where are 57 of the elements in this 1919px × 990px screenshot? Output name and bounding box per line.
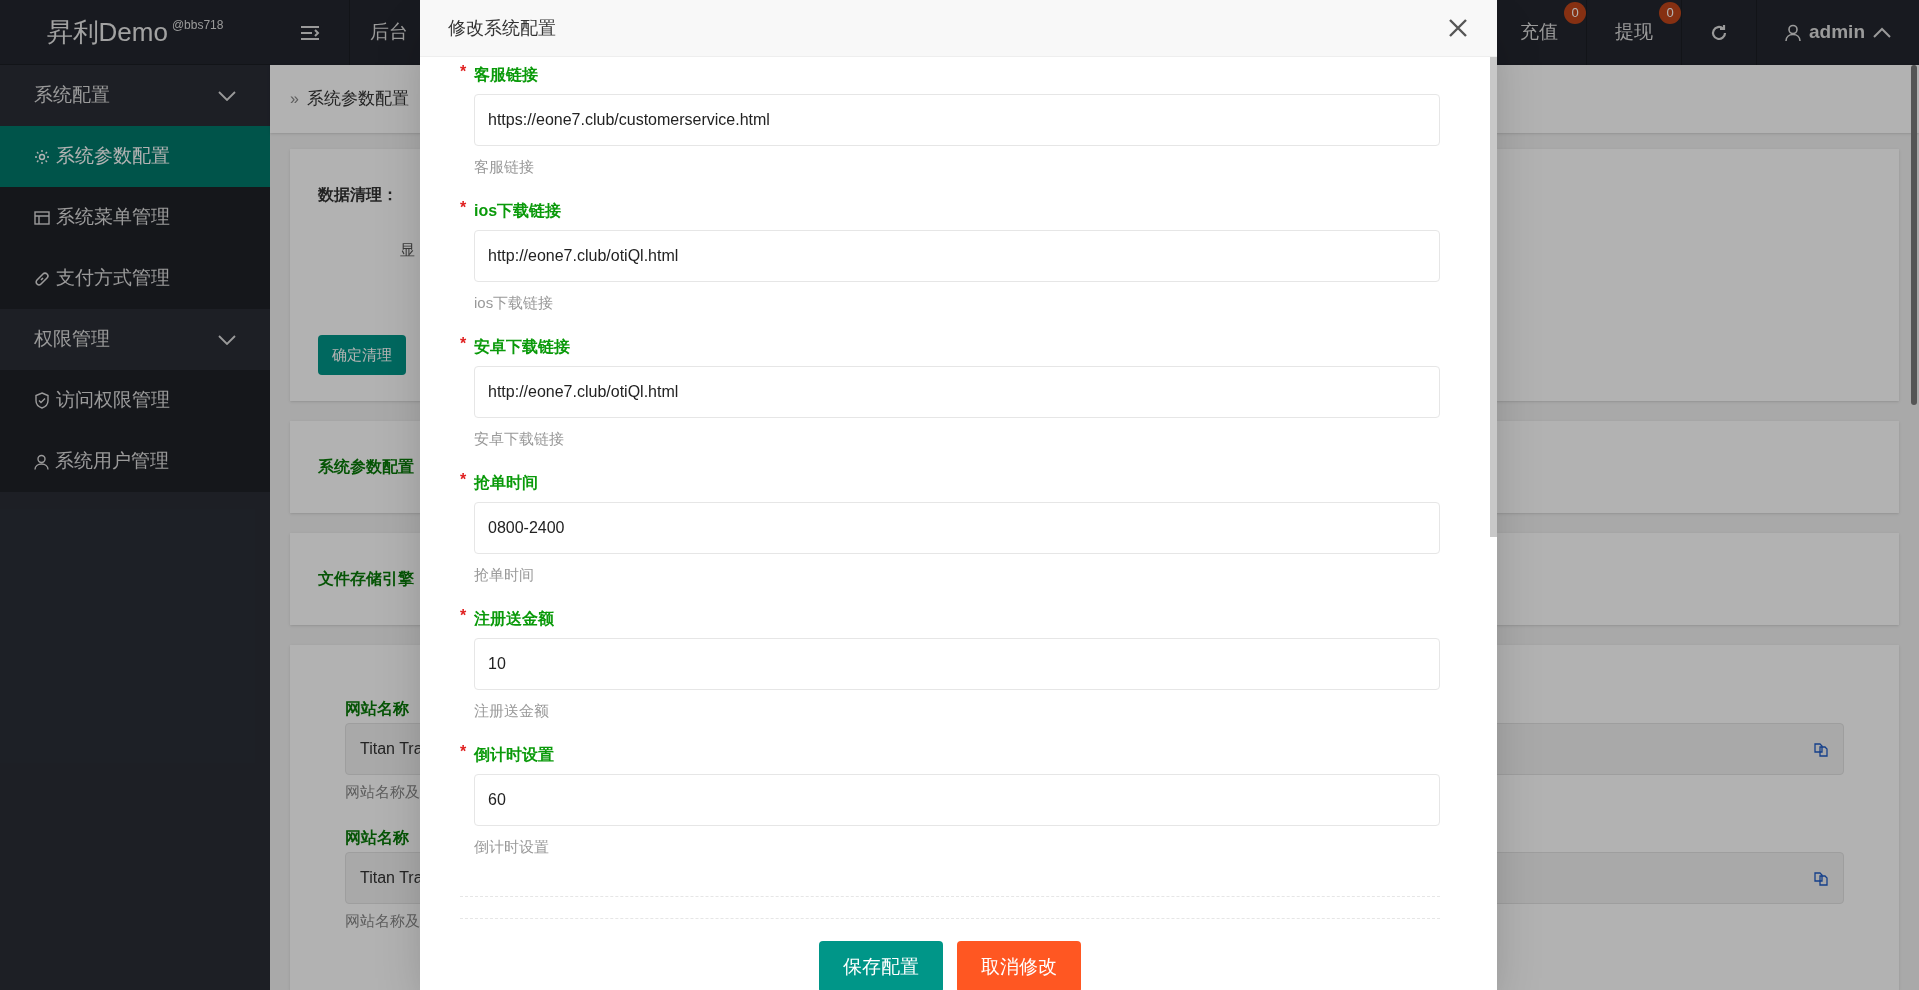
sidebar-item[interactable]: 系统用户管理 <box>0 431 270 492</box>
gear-icon <box>34 148 50 165</box>
count-badge: 0 <box>1659 2 1682 24</box>
help-text: 网站名称及 <box>345 782 420 802</box>
field-label: 倒计时设置 <box>474 745 554 765</box>
field-label: 注册送金额 <box>474 609 554 629</box>
help-text: 网站名称及 <box>345 910 420 931</box>
sidebar-item[interactable]: 系统菜单管理 <box>0 187 270 248</box>
help-text: 注册送金额 <box>474 701 550 721</box>
section-title: 文件存储引擎 <box>318 569 414 589</box>
close-icon[interactable] <box>1447 17 1469 39</box>
input-field[interactable]: http://eone7.club/otiQl.html <box>474 366 1440 418</box>
count-badge: 0 <box>1564 2 1587 24</box>
required-mark: * <box>460 472 468 488</box>
shield-check-icon <box>34 392 50 409</box>
copy-icon[interactable] <box>1813 741 1829 757</box>
field-label: ios下载链接 <box>474 201 562 221</box>
required-mark: * <box>460 200 468 216</box>
copy-icon[interactable] <box>1813 869 1829 886</box>
help-text: 倒计时设置 <box>474 837 550 857</box>
section-title: 数据清理： <box>318 185 398 205</box>
window-icon <box>34 210 50 225</box>
sidebar-item[interactable]: 系统参数配置 <box>0 126 270 187</box>
input-field[interactable]: https://eone7.club/customerservice.html <box>474 94 1440 146</box>
caret-up-icon <box>1873 27 1891 38</box>
field-label: 安卓下载链接 <box>474 337 570 357</box>
logo-text: 昇利Demo <box>46 15 168 49</box>
help-text: 抢单时间 <box>474 565 535 585</box>
help-text: ios下载链接 <box>474 293 555 313</box>
breadcrumb-separator: » <box>290 89 299 109</box>
help-text: 客服链接 <box>474 157 535 177</box>
field-label: 抢单时间 <box>474 473 538 493</box>
modal-scrollbar[interactable] <box>1490 57 1497 537</box>
required-mark: * <box>460 336 468 352</box>
required-mark: * <box>460 64 468 80</box>
note-text: 显 <box>400 240 415 260</box>
help-text: 安卓下载链接 <box>474 429 565 449</box>
save-button[interactable]: 保存配置 <box>819 941 943 990</box>
input-field[interactable]: http://eone7.club/otiQl.html <box>474 230 1440 282</box>
field-label: 客服链接 <box>474 65 538 85</box>
breadcrumb: 系统参数配置 <box>306 88 409 111</box>
field-label: 网站名称 <box>345 827 409 848</box>
user-icon <box>34 453 49 470</box>
section-title: 系统参数配置 <box>318 457 414 477</box>
sidebar-item[interactable]: 支付方式管理 <box>0 248 270 309</box>
input-field[interactable]: 10 <box>474 638 1440 690</box>
link-icon <box>34 270 50 287</box>
modal-title: 修改系统配置 <box>448 16 556 40</box>
required-mark: * <box>460 608 468 624</box>
required-mark: * <box>460 744 468 760</box>
field-label: 网站名称 <box>345 699 409 719</box>
input-field[interactable]: 0800-2400 <box>474 502 1440 554</box>
input-field[interactable]: 60 <box>474 774 1440 826</box>
background-scrollbar[interactable] <box>1911 65 1917 405</box>
logo-tag: @bbs718 <box>171 16 224 34</box>
user-icon <box>1785 23 1802 42</box>
sidebar-item[interactable]: 访问权限管理 <box>0 370 270 431</box>
